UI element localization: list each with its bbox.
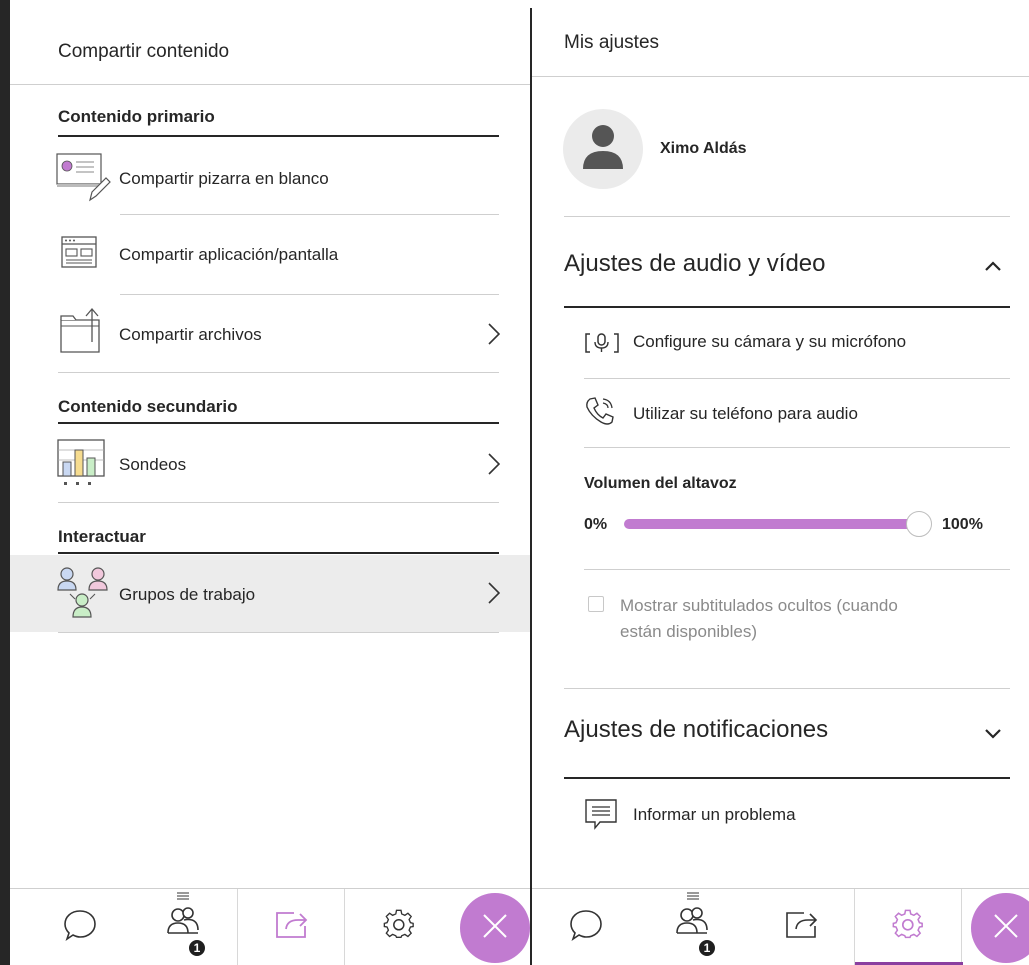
profile-divider (564, 216, 1010, 217)
item-divider (584, 378, 1010, 379)
share-icon (274, 910, 308, 945)
phone-ringing-icon (584, 395, 618, 432)
use-phone-audio-item[interactable]: Utilizar su teléfono para audio (584, 388, 1010, 438)
configure-camera-mic-item[interactable]: Configure su cámara y su micrófono (584, 320, 1010, 370)
drag-handle-icon (687, 887, 699, 900)
panel-title: Mis ajustes (564, 32, 660, 53)
chat-bubble-icon (569, 908, 603, 947)
item-divider (58, 632, 499, 633)
volume-max-label: 100% (942, 516, 983, 533)
item-divider (584, 569, 1010, 570)
attendees-count-badge: 1 (697, 938, 717, 958)
breakout-groups-icon (56, 566, 110, 627)
folder-upload-icon (58, 306, 104, 361)
item-divider (584, 447, 1010, 448)
chevron-right-icon (488, 582, 501, 609)
volume-slider-track (624, 519, 919, 529)
polls-item[interactable]: Sondeos (50, 426, 510, 502)
audio-video-section-header[interactable]: Ajustes de audio y vídeo (564, 240, 1010, 296)
chevron-up-icon (984, 259, 1002, 277)
user-silhouette-icon (583, 123, 623, 176)
chevron-right-icon (488, 323, 501, 350)
item-divider (58, 502, 499, 503)
poll-chart-icon (56, 438, 108, 493)
share-files-label: Compartir archivos (119, 325, 262, 344)
use-phone-audio-label: Utilizar su teléfono para audio (633, 404, 858, 423)
header-divider (532, 76, 1029, 77)
chat-button[interactable] (532, 889, 639, 965)
notifications-section-header[interactable]: Ajustes de notificaciones (564, 706, 1010, 762)
share-whiteboard-label: Compartir pizarra en blanco (119, 169, 329, 188)
chevron-down-icon (984, 727, 1002, 745)
section-interact-underline (58, 552, 499, 554)
header-divider (10, 84, 530, 85)
section-divider (564, 688, 1010, 689)
item-divider (120, 294, 499, 295)
volume-min-label: 0% (584, 516, 608, 533)
settings-button[interactable] (854, 889, 963, 965)
notifications-title: Ajustes de notificaciones (564, 716, 829, 743)
close-icon (482, 913, 508, 944)
drag-handle-icon (177, 887, 189, 900)
configure-camera-mic-label: Configure su cámara y su micrófono (633, 332, 907, 351)
share-content-button[interactable] (237, 889, 345, 965)
close-panel-button[interactable] (460, 893, 530, 963)
speaker-volume-slider[interactable] (622, 510, 932, 540)
attendees-button[interactable]: 1 (130, 889, 237, 965)
close-panel-button[interactable] (971, 893, 1029, 963)
share-files-item[interactable]: Compartir archivos (50, 298, 510, 372)
right-bottom-nav: 1 (532, 888, 1029, 965)
user-name: Ximo Aldás (660, 140, 747, 157)
audio-video-underline (564, 306, 1010, 308)
whiteboard-icon (56, 152, 112, 209)
attendees-button[interactable]: 1 (639, 889, 747, 965)
share-whiteboard-item[interactable]: Compartir pizarra en blanco (50, 142, 510, 214)
panel-title: Compartir contenido (58, 41, 230, 62)
closed-captions-label: Mostrar subtitulados ocultos (cuando est… (620, 593, 898, 645)
closed-captions-label-line2: están disponibles) (620, 622, 758, 641)
share-icon (784, 910, 818, 945)
closed-captions-checkbox[interactable] (588, 596, 604, 612)
attendees-icon (675, 906, 711, 941)
volume-slider-thumb[interactable] (906, 511, 932, 537)
section-secondary-title: Contenido secundario (58, 397, 238, 416)
item-divider (58, 372, 499, 373)
closed-captions-label-line1: Mostrar subtitulados ocultos (cuando (620, 596, 898, 615)
application-window-icon (61, 236, 97, 273)
chat-button[interactable] (30, 889, 130, 965)
breakout-groups-label: Grupos de trabajo (119, 585, 256, 604)
speaker-volume-label: Volumen del altavoz (584, 475, 737, 492)
settings-panel: Mis ajustes Ximo Aldás Ajustes de audio … (532, 0, 1029, 965)
left-edge-bar (0, 0, 10, 965)
report-comment-icon (584, 798, 618, 835)
notifications-underline (564, 777, 1010, 779)
item-divider (120, 214, 499, 215)
gear-icon (383, 909, 415, 946)
settings-button[interactable] (345, 889, 452, 965)
section-secondary-underline (58, 422, 499, 424)
chat-bubble-icon (63, 908, 97, 947)
section-primary-underline (58, 135, 499, 137)
audio-video-title: Ajustes de audio y vídeo (564, 250, 826, 277)
close-icon (993, 913, 1019, 944)
share-content-panel: Compartir contenido Contenido primario C… (10, 0, 530, 965)
report-problem-item[interactable]: Informar un problema (584, 790, 1010, 840)
share-content-button[interactable] (747, 889, 854, 965)
avatar (563, 109, 643, 189)
section-interact-title: Interactuar (58, 527, 146, 546)
attendees-icon (166, 906, 202, 941)
section-primary-title: Contenido primario (58, 107, 215, 126)
polls-label: Sondeos (119, 455, 187, 474)
share-application-screen-label: Compartir aplicación/pantalla (119, 245, 339, 264)
camera-microphone-icon (584, 332, 620, 359)
left-bottom-nav: 1 (10, 888, 530, 965)
chevron-right-icon (488, 453, 501, 480)
attendees-count-badge: 1 (187, 938, 207, 958)
gear-icon (892, 909, 924, 946)
breakout-groups-item[interactable]: Grupos de trabajo (10, 555, 530, 632)
report-problem-label: Informar un problema (633, 805, 796, 824)
share-application-screen-item[interactable]: Compartir aplicación/pantalla (50, 218, 510, 294)
